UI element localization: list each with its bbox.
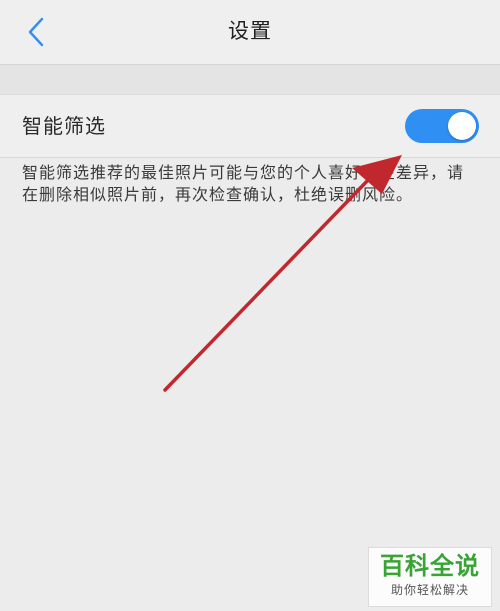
header-bar: 设置 <box>0 0 500 65</box>
smart-filter-description: 智能筛选推荐的最佳照片可能与您的个人喜好存在差异，请在删除相似照片前，再次检查确… <box>22 163 465 204</box>
smart-filter-label: 智能筛选 <box>22 114 106 138</box>
toggle-knob <box>448 112 476 140</box>
smart-filter-toggle[interactable] <box>405 109 479 143</box>
page-title: 设置 <box>228 19 272 43</box>
watermark-title: 百科全说 <box>380 552 480 580</box>
section-gap <box>0 65 500 94</box>
watermark-logo: 百科全说 助你轻松解决 <box>368 547 492 607</box>
watermark-subtitle: 助你轻松解决 <box>390 583 469 597</box>
